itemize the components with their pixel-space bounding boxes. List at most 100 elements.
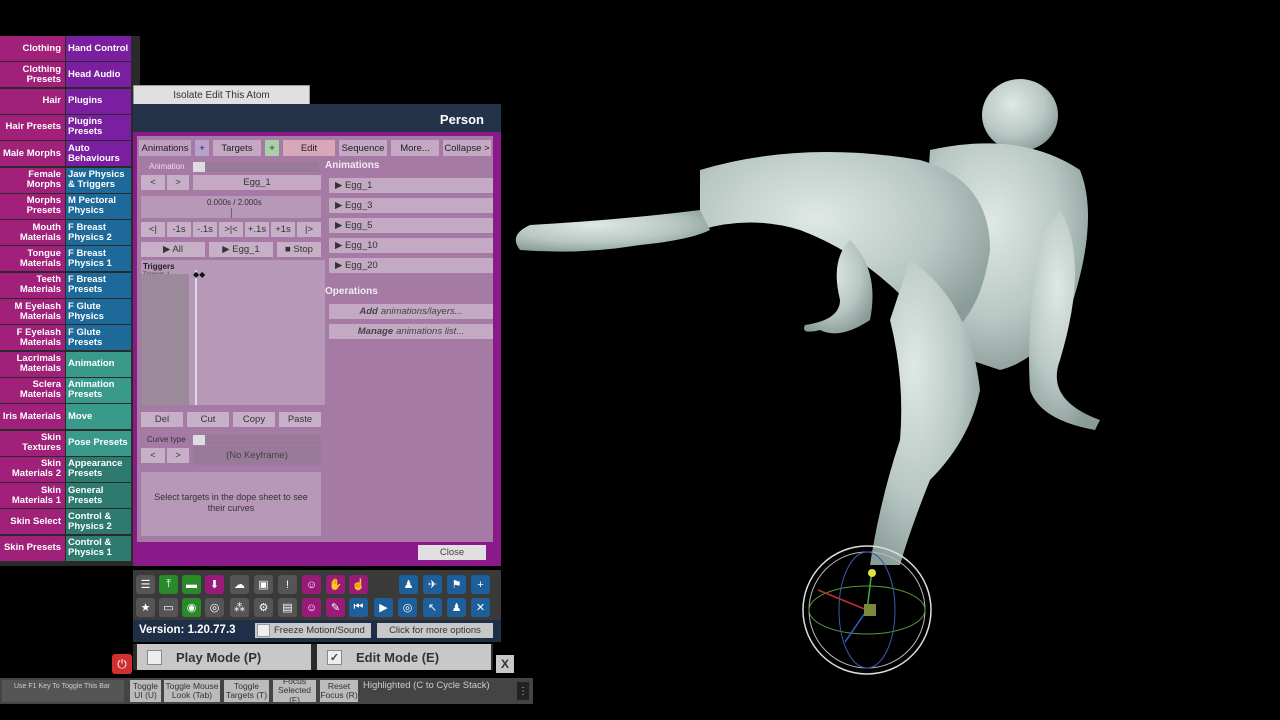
gizmo-x-axis[interactable] bbox=[817, 589, 868, 611]
animation-list-item[interactable]: ▶ Egg_3 bbox=[329, 198, 493, 213]
add-animations-button[interactable]: Add animations/layers... bbox=[329, 304, 493, 319]
time-scrubber[interactable]: 0.000s / 2.000s bbox=[141, 196, 321, 218]
menu-item-left[interactable]: Skin Materials 2 bbox=[0, 456, 65, 482]
menu-item-left[interactable]: Skin Presets bbox=[0, 535, 65, 561]
time-step-button[interactable]: <| bbox=[141, 222, 165, 237]
menu-item-left[interactable]: M Eyelash Materials bbox=[0, 299, 65, 324]
target-icon[interactable]: ◎ bbox=[398, 598, 417, 617]
play-mode-checkbox[interactable] bbox=[147, 649, 162, 665]
plus-icon[interactable]: + bbox=[471, 575, 490, 594]
person-edit-icon[interactable]: ☺ bbox=[302, 598, 321, 617]
edit-paste-button[interactable]: Paste bbox=[279, 412, 321, 427]
keyframe-marker[interactable]: ◆◆ bbox=[193, 270, 205, 279]
bottom-toggle-button[interactable]: Toggle Targets (T) bbox=[224, 680, 269, 702]
menu-item-left[interactable]: Clothing bbox=[0, 36, 65, 61]
person-icon[interactable]: ♟ bbox=[399, 575, 418, 594]
menu-item-right[interactable]: Control & Physics 1 bbox=[66, 535, 131, 561]
menu-item-right[interactable]: Head Audio bbox=[66, 62, 131, 88]
menu-icon[interactable]: ☰ bbox=[136, 575, 155, 594]
current-animation-select[interactable]: Egg_1 bbox=[193, 175, 321, 190]
tab-more[interactable]: More... bbox=[391, 140, 439, 156]
menu-item-right[interactable]: M Pectoral Physics bbox=[66, 193, 131, 219]
dope-sheet[interactable]: Triggers Triggers 1 ◆◆ bbox=[141, 260, 325, 405]
star-icon[interactable]: ★ bbox=[136, 598, 155, 617]
menu-item-right[interactable]: Appearance Presets bbox=[66, 456, 131, 482]
curve-type-slider[interactable] bbox=[193, 435, 321, 445]
plane-icon[interactable]: ✈ bbox=[423, 575, 442, 594]
menu-item-right[interactable]: F Glute Presets bbox=[66, 325, 131, 351]
animation-list-item[interactable]: ▶ Egg_5 bbox=[329, 218, 493, 233]
menu-item-left[interactable]: Tongue Materials bbox=[0, 246, 65, 272]
animation-popup-slider[interactable] bbox=[193, 162, 319, 172]
bottom-toggle-button[interactable]: Toggle Mouse Look (Tab) bbox=[164, 680, 220, 702]
menu-item-right[interactable]: F Glute Physics bbox=[66, 299, 131, 324]
menu-item-left[interactable]: Hair bbox=[0, 88, 65, 114]
play-icon[interactable]: ▶ bbox=[374, 598, 393, 617]
menu-item-right[interactable]: F Breast Presets bbox=[66, 272, 131, 298]
bottom-toggle-button[interactable]: Focus Selected (F) bbox=[273, 676, 316, 705]
folder-open-icon[interactable]: ▭ bbox=[159, 598, 178, 617]
freeze-checkbox[interactable] bbox=[257, 624, 270, 637]
alert-icon[interactable]: ! bbox=[278, 575, 297, 594]
tab-animations[interactable]: Animations bbox=[139, 140, 191, 156]
nodes-icon[interactable]: ⁂ bbox=[230, 598, 249, 617]
menu-item-right[interactable]: Plugins bbox=[66, 88, 131, 114]
document-icon[interactable]: ▤ bbox=[278, 598, 297, 617]
menu-item-right[interactable]: Hand Control bbox=[66, 36, 131, 61]
menu-item-left[interactable]: Mouth Materials bbox=[0, 220, 65, 246]
edit-mode-checkbox[interactable]: ✓ bbox=[327, 649, 342, 665]
manage-animations-button[interactable]: Manage animations list... bbox=[329, 324, 493, 339]
menu-item-left[interactable]: Hair Presets bbox=[0, 114, 65, 140]
menu-item-right[interactable]: Pose Presets bbox=[66, 430, 131, 456]
menu-item-left[interactable]: F Eyelash Materials bbox=[0, 325, 65, 351]
menu-item-left[interactable]: Skin Textures bbox=[0, 430, 65, 456]
menu-item-right[interactable]: F Breast Physics 2 bbox=[66, 220, 131, 246]
bottom-toggle-button[interactable]: Reset Focus (R) bbox=[320, 680, 358, 702]
menu-item-right[interactable]: Plugins Presets bbox=[66, 114, 131, 140]
menu-item-right[interactable]: Animation bbox=[66, 351, 131, 377]
tab-targets[interactable]: Targets bbox=[213, 140, 261, 156]
menu-item-left[interactable]: Teeth Materials bbox=[0, 272, 65, 298]
time-step-button[interactable]: +.1s bbox=[245, 222, 269, 237]
menu-item-right[interactable]: Animation Presets bbox=[66, 377, 131, 403]
close-panel-button[interactable]: Close bbox=[418, 545, 486, 560]
stop-button[interactable]: ■ Stop bbox=[277, 242, 321, 257]
box-gear-icon[interactable]: ⚙ bbox=[254, 598, 273, 617]
edit-copy-button[interactable]: Copy bbox=[233, 412, 275, 427]
edit-del-button[interactable]: Del bbox=[141, 412, 183, 427]
menu-item-right[interactable]: Jaw Physics & Triggers bbox=[66, 167, 131, 193]
prev-animation-button[interactable]: < bbox=[141, 175, 165, 190]
menu-item-left[interactable]: Lacrimals Materials bbox=[0, 351, 65, 377]
play-mode-button[interactable]: Play Mode (P) bbox=[137, 644, 311, 670]
time-step-button[interactable]: >|< bbox=[219, 222, 243, 237]
more-options-button[interactable]: Click for more options bbox=[377, 623, 493, 638]
menu-item-left[interactable]: Male Morphs bbox=[0, 141, 65, 167]
save-icon[interactable]: ⬇ bbox=[205, 575, 224, 594]
next-animation-button[interactable]: > bbox=[167, 175, 189, 190]
play-current-button[interactable]: ▶ Egg_1 bbox=[209, 242, 273, 257]
menu-item-right[interactable]: Move bbox=[66, 404, 131, 430]
cloud-icon[interactable]: ☁ bbox=[230, 575, 249, 594]
menu-item-left[interactable]: Clothing Presets bbox=[0, 62, 65, 88]
menu-item-left[interactable]: Sclera Materials bbox=[0, 377, 65, 403]
animation-list-item[interactable]: ▶ Egg_1 bbox=[329, 178, 493, 193]
figure-leg-extended[interactable] bbox=[515, 210, 710, 252]
next-keyframe-button[interactable]: > bbox=[167, 448, 189, 463]
edit-mode-button[interactable]: ✓ Edit Mode (E) bbox=[317, 644, 491, 670]
time-step-button[interactable]: +1s bbox=[271, 222, 295, 237]
collapse-button[interactable]: Collapse > bbox=[443, 140, 491, 156]
animation-list-item[interactable]: ▶ Egg_20 bbox=[329, 258, 493, 273]
transform-gizmo[interactable] bbox=[802, 545, 932, 675]
box-icon[interactable]: ▣ bbox=[254, 575, 273, 594]
menu-item-right[interactable]: F Breast Physics 1 bbox=[66, 246, 131, 272]
tools-icon[interactable]: ✕ bbox=[471, 598, 490, 617]
play-all-button[interactable]: ▶ All bbox=[141, 242, 205, 257]
menu-item-left[interactable]: Skin Materials 1 bbox=[0, 483, 65, 509]
freeze-motion-toggle[interactable]: Freeze Motion/Sound bbox=[255, 623, 371, 638]
camera-green-icon[interactable]: ◉ bbox=[182, 598, 201, 617]
scene-viewport[interactable] bbox=[500, 60, 1140, 700]
figure-model[interactable] bbox=[515, 79, 1100, 565]
figure-head[interactable] bbox=[982, 79, 1058, 151]
flag-icon[interactable]: ⚑ bbox=[447, 575, 466, 594]
isolate-edit-atom-button[interactable]: Isolate Edit This Atom bbox=[133, 85, 310, 106]
